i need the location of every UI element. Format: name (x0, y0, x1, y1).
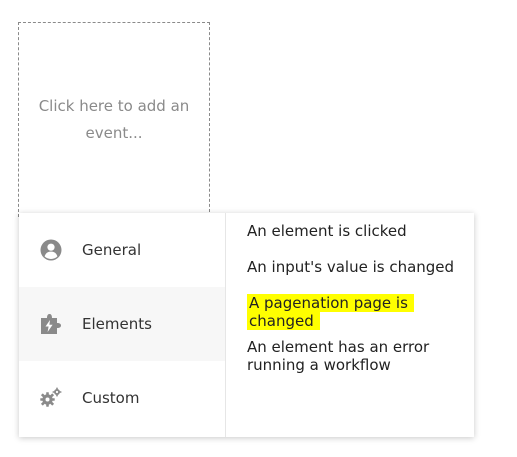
category-label-general: General (82, 241, 142, 259)
add-event-label: Click here to add an event... (38, 97, 190, 142)
event-option-pagination-changed[interactable]: A pagenation page is changed (247, 294, 472, 338)
event-option-label: An input's value is changed (247, 258, 455, 276)
gears-icon (39, 386, 63, 410)
category-label-elements: Elements (82, 315, 152, 333)
category-general[interactable]: General (19, 213, 225, 287)
category-custom[interactable]: Custom (19, 361, 225, 435)
event-option-input-changed[interactable]: An input's value is changed (247, 258, 472, 294)
puzzle-bolt-icon (39, 312, 63, 336)
event-category-list: General Elements Custom (19, 213, 226, 437)
event-option-label: An element has an error running a workfl… (247, 338, 430, 374)
event-picker-menu: General Elements Custom An element is cl… (19, 213, 474, 437)
user-circle-icon (39, 238, 63, 262)
category-elements[interactable]: Elements (19, 287, 225, 361)
event-option-element-error[interactable]: An element has an error running a workfl… (247, 338, 472, 378)
add-event-placeholder[interactable]: Click here to add an event... (18, 22, 210, 217)
event-option-element-clicked[interactable]: An element is clicked (247, 222, 472, 258)
event-option-label: An element is clicked (247, 222, 407, 240)
category-label-custom: Custom (82, 389, 140, 407)
event-option-list: An element is clicked An input's value i… (226, 213, 474, 437)
event-option-label-highlighted: A pagenation page is changed (247, 294, 414, 330)
